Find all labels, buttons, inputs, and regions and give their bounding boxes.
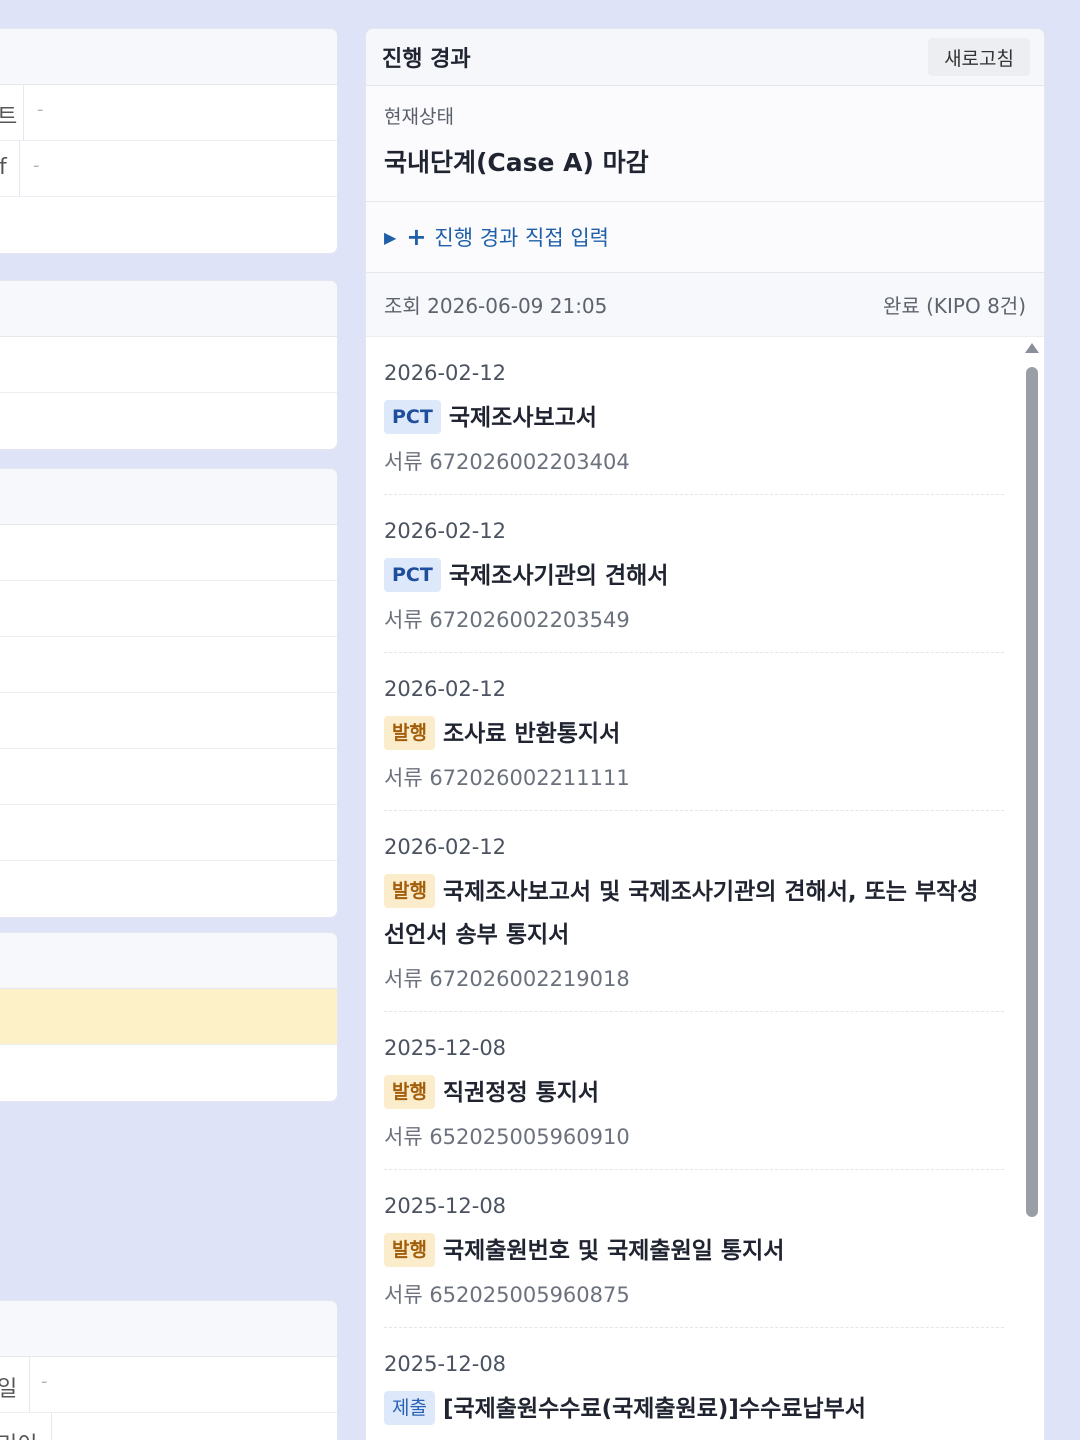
scrollbar-thumb[interactable] [1026, 367, 1038, 1217]
left-card-header [0, 281, 337, 337]
history-list: 2026-02-12 PCT 국제조사보고서 서류 672026002203404 20… [366, 337, 1044, 1440]
panel-title: 진행 경과 [382, 47, 471, 72]
history-item-date: 2025-12-08 [384, 1352, 507, 1376]
left-row-label: 리이 [0, 1427, 37, 1440]
left-row-label: 일 [0, 1371, 17, 1403]
left-row-value: - [41, 1371, 48, 1392]
history-item-badge: PCT [384, 558, 441, 592]
history-item-date: 2026-02-12 [384, 677, 507, 701]
history-item-badge: 제출 [384, 1391, 435, 1425]
history-item-doc-number: 서류 672026002203549 [384, 608, 630, 632]
history-item-title: [국제출원수수료(국제출원료)]수수료납부서 [442, 1396, 866, 1422]
left-row-value: - [33, 155, 40, 176]
left-card-header [0, 1301, 337, 1357]
history-item-badge: 발행 [384, 1233, 435, 1267]
history-item-date: 2025-12-08 [384, 1036, 507, 1060]
status-value: 국내단계(Case A) 마감 [384, 148, 649, 177]
status-label: 현재상태 [384, 106, 454, 128]
left-row [0, 637, 337, 693]
scroll-up-arrow-icon[interactable] [1025, 343, 1039, 353]
manual-entry-toggle[interactable]: ▶ + 진행 경과 직접 입력 [366, 202, 1044, 273]
left-row-highlighted [0, 989, 337, 1045]
query-time: 조회 2026-06-09 21:05 [384, 294, 608, 318]
left-row [0, 393, 337, 449]
left-row: 트 - [0, 85, 337, 141]
left-row [0, 581, 337, 637]
left-row-label: f [0, 155, 7, 180]
history-item-title-row: 발행 직권정정 통지서 [384, 1072, 1004, 1115]
left-row: f - [0, 141, 337, 197]
left-row [0, 1045, 337, 1101]
history-item-title: 국제출원번호 및 국제출원일 통지서 [442, 1238, 785, 1264]
history-item-title: 국제조사보고서 및 국제조사기관의 견해서, 또는 부작성 선언서 송부 통지서 [384, 879, 979, 948]
plus-icon: + [406, 223, 427, 251]
history-item: 2025-12-08 발행 국제출원번호 및 국제출원일 통지서서류 6520250… [384, 1170, 1004, 1328]
left-row [0, 861, 337, 917]
query-meta: 조회 2026-06-09 21:05 완료 (KIPO 8건) [366, 273, 1044, 337]
left-row-label: 트 [0, 99, 17, 131]
left-row: 일 - [0, 1357, 337, 1413]
left-row [0, 525, 337, 581]
left-card-header [0, 29, 337, 85]
history-item-title: 국제조사보고서 [448, 405, 597, 431]
left-card-3 [0, 468, 338, 918]
history-item: 2025-12-08 발행 직권정정 통지서서류 652025005960910 [384, 1012, 1004, 1170]
query-result: 완료 (KIPO 8건) [882, 294, 1026, 318]
history-item-date: 2026-02-12 [384, 519, 507, 543]
history-scroll-area[interactable]: 2026-02-12 PCT 국제조사보고서 서류 672026002203404 20… [366, 337, 1044, 1437]
history-item: 2026-02-12 PCT 국제조사기관의 견해서서류 6720260022035… [384, 495, 1004, 653]
left-card-2 [0, 280, 338, 450]
history-item: 2025-12-08제출[국제출원수수료(국제출원료)]수수료납부서서류 612… [384, 1328, 1004, 1440]
history-item-title-row: 제출 [국제출원수수료(국제출원료)]수수료납부서 [384, 1388, 1004, 1431]
history-item-title-row: 발행 국제조사보고서 및 국제조사기관의 견해서, 또는 부작성 선언서 송부 통… [384, 871, 1004, 957]
left-row [0, 805, 337, 861]
refresh-button[interactable]: 새로고침 [928, 38, 1030, 76]
history-item-date: 2026-02-12 [384, 835, 507, 859]
left-card-5: 일 - 리이 [0, 1300, 338, 1440]
history-item-title: 조사료 반환통지서 [442, 721, 621, 747]
history-item: 2026-02-12 PCT 국제조사보고서서류 672026002203404 [384, 337, 1004, 495]
history-item-doc-number: 서류 672026002219018 [384, 967, 630, 991]
history-item-doc-number: 서류 672026002203404 [384, 450, 630, 474]
history-item-badge: PCT [384, 400, 441, 434]
triangle-right-icon: ▶ [384, 227, 397, 247]
history-item-doc-number: 서류 652025005960875 [384, 1283, 630, 1307]
panel-header: 진행 경과 새로고침 [366, 29, 1044, 86]
left-card-header [0, 469, 337, 525]
history-item: 2026-02-12 발행 조사료 반환통지서서류 672026002211111 [384, 653, 1004, 811]
history-item-title-row: PCT 국제조사보고서 [384, 397, 1004, 440]
history-item-doc-number: 서류 652025005960910 [384, 1125, 630, 1149]
history-item-badge: 발행 [384, 1075, 435, 1109]
history-item-title-row: 발행 조사료 반환통지서 [384, 713, 1004, 756]
left-row [0, 749, 337, 805]
history-item-badge: 발행 [384, 874, 435, 908]
history-item-title-row: 발행 국제출원번호 및 국제출원일 통지서 [384, 1230, 1004, 1273]
left-card-4 [0, 932, 338, 1102]
history-item-date: 2026-02-12 [384, 361, 507, 385]
history-item: 2026-02-12 발행 국제조사보고서 및 국제조사기관의 견해서, 또는 부작… [384, 811, 1004, 1012]
left-card-1: 트 - f - [0, 28, 338, 254]
history-item-doc-number: 서류 672026002211111 [384, 766, 630, 790]
left-card-header [0, 933, 337, 989]
left-row [0, 337, 337, 393]
progress-panel: 진행 경과 새로고침 현재상태 국내단계(Case A) 마감 ▶ + 진행 경… [365, 28, 1045, 1440]
left-row [0, 693, 337, 749]
history-item-badge: 발행 [384, 716, 435, 750]
manual-entry-label: 진행 경과 직접 입력 [434, 226, 610, 250]
history-item-title: 직권정정 통지서 [442, 1080, 600, 1106]
current-status: 현재상태 국내단계(Case A) 마감 [366, 86, 1044, 202]
history-item-date: 2025-12-08 [384, 1194, 507, 1218]
left-row: 리이 [0, 1413, 337, 1440]
left-row [0, 197, 337, 253]
history-item-title: 국제조사기관의 견해서 [448, 563, 669, 589]
history-item-title-row: PCT 국제조사기관의 견해서 [384, 555, 1004, 598]
left-row-value: - [37, 99, 44, 120]
